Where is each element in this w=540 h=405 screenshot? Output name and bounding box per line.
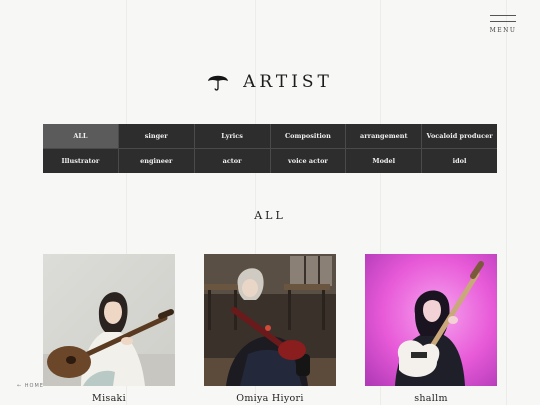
- filter-engineer[interactable]: engineer: [118, 149, 194, 173]
- filter-voice-actor[interactable]: voice actor: [270, 149, 346, 173]
- filter-actor[interactable]: actor: [194, 149, 270, 173]
- filter-all[interactable]: ALL: [43, 124, 118, 148]
- filter-singer[interactable]: singer: [118, 124, 194, 148]
- filter-lyrics[interactable]: Lyrics: [194, 124, 270, 148]
- artist-name-shallm: shallm: [414, 393, 448, 404]
- filter-model[interactable]: Model: [346, 149, 422, 173]
- filter-vocaloid-producer[interactable]: Vocaloid producer: [422, 124, 497, 148]
- background-guide-line: [506, 0, 507, 405]
- filter-illustrator[interactable]: Illustrator: [43, 149, 118, 173]
- artist-name-misaki: Misaki: [92, 393, 126, 404]
- page-title: ARTIST: [0, 72, 540, 92]
- artist-photo-misaki: [43, 254, 175, 386]
- hamburger-icon-bar: [490, 15, 516, 16]
- home-link[interactable]: ← HOME: [17, 383, 44, 389]
- filter-idol[interactable]: idol: [422, 149, 497, 173]
- artist-card-misaki[interactable]: Misaki: [43, 254, 175, 404]
- umbrella-icon: [208, 75, 229, 91]
- menu-label: MENU: [489, 27, 517, 34]
- filter-arrangement[interactable]: arrangement: [346, 124, 422, 148]
- menu-button[interactable]: MENU: [486, 15, 520, 37]
- artist-photo-shallm: [365, 254, 497, 386]
- artist-photo-omiya-hiyori: [204, 254, 336, 386]
- filter-composition[interactable]: Composition: [270, 124, 346, 148]
- artist-card-shallm[interactable]: shallm: [365, 254, 497, 404]
- category-filter-grid: ALL singer Lyrics Composition arrangemen…: [43, 124, 497, 173]
- artist-card-omiya-hiyori[interactable]: Omiya Hiyori: [204, 254, 336, 404]
- artist-name-omiya-hiyori: Omiya Hiyori: [236, 393, 304, 404]
- hamburger-icon-bar: [490, 21, 516, 22]
- page-title-text: ARTIST: [243, 72, 333, 92]
- section-heading: ALL: [254, 209, 286, 222]
